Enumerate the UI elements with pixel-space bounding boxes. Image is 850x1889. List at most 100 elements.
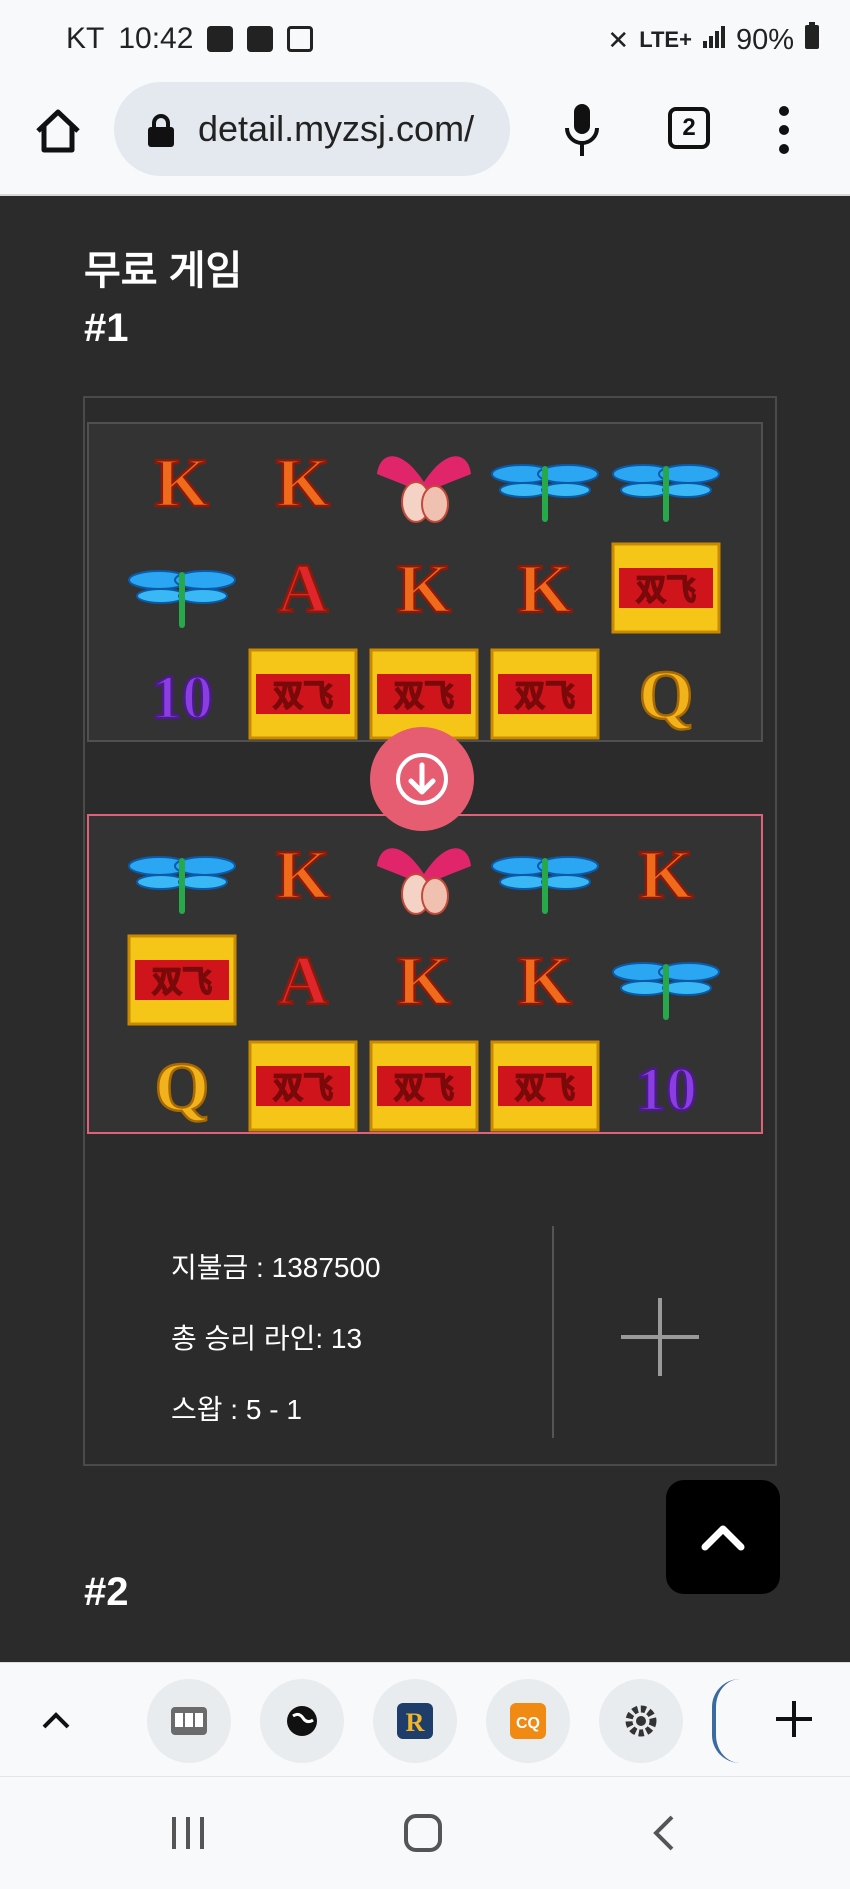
svg-text:K: K <box>397 551 451 628</box>
network-indicator: LTE+ <box>639 27 692 52</box>
more-dot-icon <box>779 144 789 154</box>
slot-symbol-10: 10 <box>127 646 237 742</box>
browser-toolbar: detail.myzsj.com/ 2 <box>0 78 850 196</box>
scroll-to-top-button[interactable] <box>666 1480 780 1594</box>
svg-text:K: K <box>518 943 572 1020</box>
svg-text:双飞: 双飞 <box>515 679 575 714</box>
recent-apps-button[interactable] <box>168 1815 208 1856</box>
url-text: detail.myzsj.com/ <box>198 108 475 149</box>
home-circle-icon <box>404 1814 442 1852</box>
b-app-icon <box>247 26 274 52</box>
swap-text: 스왑 : 5 - 1 <box>171 1394 302 1425</box>
svg-text:K: K <box>276 445 330 522</box>
signal-icon <box>702 24 726 57</box>
svg-text:K: K <box>155 445 209 522</box>
slot-symbol-dragonfly <box>611 434 721 530</box>
svg-text:Q: Q <box>639 657 693 734</box>
gallery-icon <box>207 26 234 52</box>
nav-home-button[interactable] <box>403 1813 443 1858</box>
back-icon <box>653 1815 674 1851</box>
slot-symbol-k: K <box>369 932 479 1028</box>
search-image-icon <box>287 26 314 52</box>
after-swap-grid: K K 双飞 A K K Q 双飞 双飞 双飞 10 <box>87 814 763 1134</box>
microphone-icon <box>565 104 599 156</box>
globe-icon <box>287 1706 317 1736</box>
slot-machine-app-button[interactable] <box>147 1679 231 1763</box>
slot-symbol-10: 10 <box>611 1038 721 1134</box>
more-dot-icon <box>779 106 789 116</box>
chevron-up-icon <box>701 1525 745 1551</box>
slot-symbol-phoenix <box>369 434 479 530</box>
settings-icon <box>625 1705 657 1737</box>
slot-symbol-double-fly: 双飞 <box>611 540 721 636</box>
svg-text:双飞: 双飞 <box>394 1071 454 1106</box>
slot-symbol-double-fly: 双飞 <box>490 1038 600 1134</box>
status-left: KT 10:42 <box>66 22 314 56</box>
arrow-down-icon <box>396 753 448 805</box>
svg-text:Q: Q <box>155 1049 209 1126</box>
collapse-toolbar-button[interactable] <box>36 1701 76 1746</box>
svg-text:A: A <box>278 943 329 1020</box>
slot-symbol-phoenix <box>369 826 479 922</box>
bottom-toolbar: R CQ <box>0 1662 850 1776</box>
carrier: KT <box>66 22 105 55</box>
tab-switcher-button[interactable]: 2 <box>668 107 710 149</box>
lock-icon <box>148 114 174 147</box>
system-nav-bar <box>0 1776 850 1889</box>
game-id-2: #2 <box>84 1570 129 1614</box>
slot-symbol-double-fly: 双飞 <box>127 932 237 1028</box>
slot-symbol-double-fly: 双飞 <box>369 1038 479 1134</box>
more-dot-icon <box>779 125 789 135</box>
battery-icon <box>804 22 820 58</box>
status-bar: KT 10:42 ✕ LTE+ 90% <box>0 0 850 78</box>
expand-button[interactable] <box>621 1298 699 1376</box>
svg-text:双飞: 双飞 <box>273 1071 333 1106</box>
home-button[interactable] <box>30 103 86 159</box>
r-app-button[interactable]: R <box>373 1679 457 1763</box>
svg-text:K: K <box>397 943 451 1020</box>
slot-symbol-double-fly: 双飞 <box>248 1038 358 1134</box>
svg-text:K: K <box>276 837 330 914</box>
recent-apps-icon <box>172 1817 204 1849</box>
globe-app-button[interactable] <box>260 1679 344 1763</box>
slot-symbol-a: A <box>248 932 358 1028</box>
back-button[interactable] <box>648 1813 678 1858</box>
slot-symbol-a: A <box>248 540 358 636</box>
svg-text:双飞: 双飞 <box>515 1071 575 1106</box>
svg-text:K: K <box>518 551 572 628</box>
status-right: ✕ LTE+ 90% <box>607 22 820 58</box>
slot-symbol-k: K <box>127 434 237 530</box>
slot-machine-icon <box>171 1707 207 1735</box>
slot-symbol-dragonfly <box>127 826 237 922</box>
plus-icon <box>621 1298 699 1376</box>
add-shortcut-button[interactable] <box>772 1697 816 1746</box>
cq-app-button[interactable]: CQ <box>486 1679 570 1763</box>
svg-text:双飞: 双飞 <box>636 573 696 608</box>
svg-text:10: 10 <box>151 664 213 732</box>
svg-text:R: R <box>406 1708 425 1737</box>
svg-text:A: A <box>278 551 329 628</box>
before-swap-grid: K K A K K 双飞 10 双飞 双飞 双飞 Q <box>87 422 763 742</box>
slot-symbol-dragonfly <box>127 540 237 636</box>
more-menu-button[interactable] <box>770 106 798 154</box>
address-bar[interactable]: detail.myzsj.com/ <box>114 82 510 176</box>
slot-symbol-k: K <box>490 540 600 636</box>
home-icon <box>36 109 80 153</box>
svg-text:10: 10 <box>635 1056 697 1124</box>
clock: 10:42 <box>118 22 194 55</box>
chevron-up-icon <box>42 1712 70 1729</box>
slot-symbol-k: K <box>248 434 358 530</box>
r-app-icon: R <box>397 1703 433 1739</box>
settings-button[interactable] <box>599 1679 683 1763</box>
svg-text:CQ: CQ <box>516 1715 540 1732</box>
partial-app-button[interactable] <box>712 1679 740 1763</box>
cq-app-icon: CQ <box>510 1703 546 1739</box>
game-id-1: #1 <box>84 306 129 350</box>
slot-symbol-k: K <box>611 826 721 922</box>
slot-symbol-q: Q <box>127 1038 237 1134</box>
win-lines-text: 총 승리 라인: 13 <box>171 1323 363 1354</box>
voice-search-button[interactable] <box>562 102 602 158</box>
slot-symbol-q: Q <box>611 646 721 742</box>
slot-symbol-k: K <box>369 540 479 636</box>
mute-icon: ✕ <box>607 24 630 55</box>
